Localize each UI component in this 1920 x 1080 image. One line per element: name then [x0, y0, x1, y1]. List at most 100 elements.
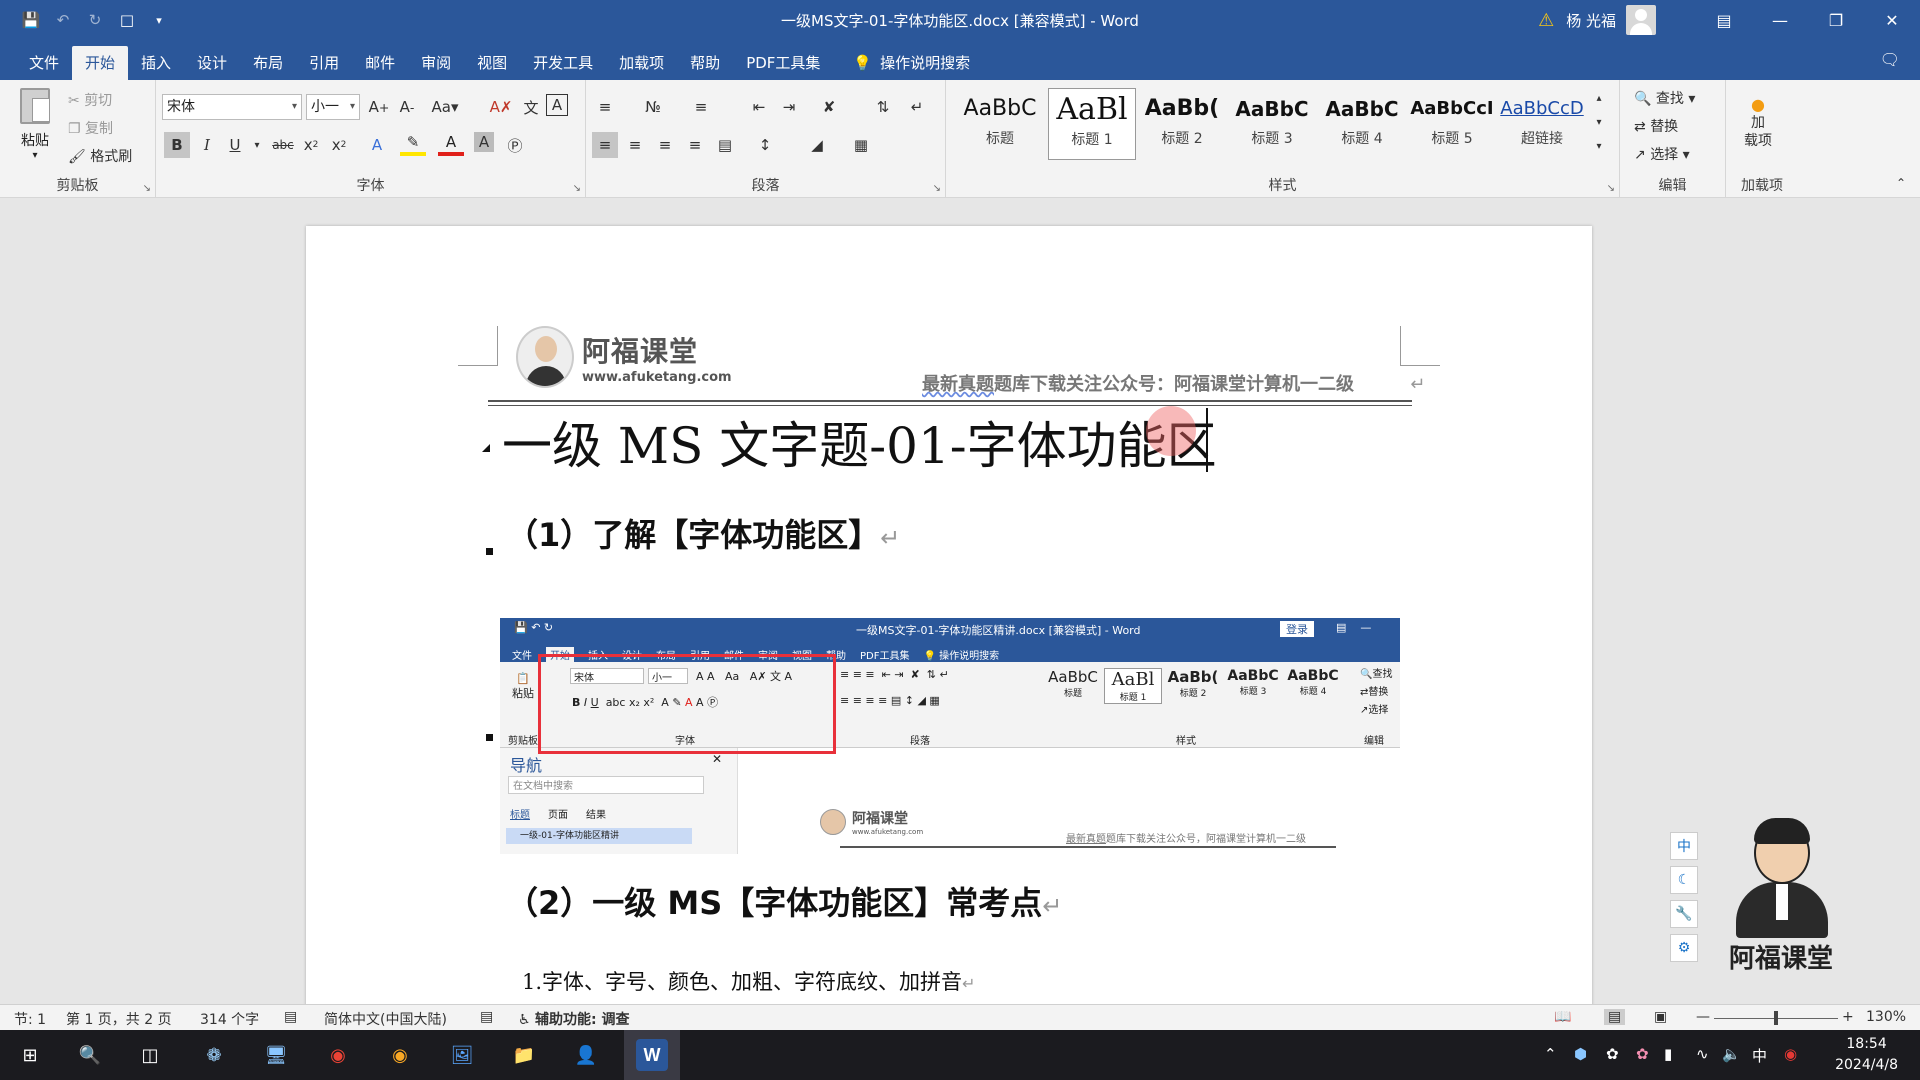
zoom-out-button[interactable]: — [1696, 1009, 1710, 1025]
strikethrough-button[interactable]: abc [270, 132, 296, 158]
style-heading-4[interactable]: AaBbC 标题 4 [1318, 88, 1406, 160]
monitor-app-icon[interactable]: 🖥 [260, 1039, 292, 1071]
tab-view[interactable]: 视图 [464, 46, 520, 80]
find-button[interactable]: 🔍 查找 ▾ [1634, 88, 1695, 108]
system-clock[interactable]: 18:54 2024/4/8 [1835, 1034, 1898, 1076]
show-marks-icon[interactable]: ↵ [904, 94, 930, 120]
tab-layout[interactable]: 布局 [240, 46, 296, 80]
app-icon[interactable]: ❁ [198, 1039, 230, 1071]
superscript-button[interactable]: x2 [326, 132, 352, 158]
italic-button[interactable]: I [194, 132, 220, 158]
multilevel-list-icon[interactable]: ≡ [688, 94, 714, 120]
select-button[interactable]: ↗ 选择 ▾ [1634, 144, 1690, 164]
search-icon[interactable]: 🔍 [74, 1039, 106, 1071]
status-words[interactable]: 314 个字 [200, 1009, 259, 1029]
clear-formatting-icon[interactable]: A✗ [488, 94, 514, 120]
font-color-icon[interactable]: A [438, 132, 464, 156]
wifi-icon[interactable]: ∿ [1696, 1045, 1709, 1063]
document-area[interactable]: 阿福课堂 www.afuketang.com 最新真题题库下载关注公众号：阿福课… [0, 198, 1920, 1004]
print-layout-icon[interactable]: ▤ [1604, 1009, 1626, 1025]
tab-pdf-tools[interactable]: PDF工具集 [733, 46, 833, 80]
styles-more-icon[interactable]: ▾ [1586, 136, 1612, 156]
line-spacing-icon[interactable]: ↕ [752, 132, 778, 158]
save-icon[interactable]: 💾 [20, 9, 42, 31]
styles-scroll-down-icon[interactable]: ▾ [1586, 112, 1612, 132]
user-avatar[interactable] [1626, 5, 1656, 35]
dialog-launcher-icon[interactable]: ↘ [1607, 183, 1615, 194]
align-center-icon[interactable]: ≡ [622, 132, 648, 158]
change-case-icon[interactable]: Aa▾ [428, 94, 462, 120]
tray-app-icon[interactable]: ✿ [1636, 1045, 1649, 1063]
styles-scroll-up-icon[interactable]: ▴ [1586, 88, 1612, 108]
collapse-triangle-icon[interactable] [482, 444, 490, 452]
proofing-icon[interactable]: ▤ [284, 1009, 297, 1025]
copy-button[interactable]: ❐ 复制 [68, 118, 113, 138]
tab-references[interactable]: 引用 [296, 46, 352, 80]
style-heading-5[interactable]: AaBbCcI 标题 5 [1408, 88, 1496, 160]
paste-button[interactable]: 粘贴 ▾ [12, 88, 58, 161]
macro-icon[interactable]: ▤ [480, 1009, 493, 1025]
numbering-icon[interactable]: № [640, 94, 666, 120]
minimize-button[interactable]: — [1752, 0, 1808, 40]
dialog-launcher-icon[interactable]: ↘ [573, 183, 581, 194]
dialog-launcher-icon[interactable]: ↘ [143, 183, 151, 194]
chrome-icon[interactable]: ◉ [322, 1039, 354, 1071]
tab-design[interactable]: 设计 [184, 46, 240, 80]
collapse-ribbon-icon[interactable]: ⌃ [1888, 170, 1914, 196]
zoom-slider-thumb[interactable] [1774, 1011, 1778, 1025]
word-icon[interactable]: W [636, 1039, 668, 1071]
decrease-indent-icon[interactable]: ⇤ [746, 94, 772, 120]
style-heading-2[interactable]: AaBb(标题 2 [1138, 88, 1226, 160]
web-layout-icon[interactable]: ▣ [1654, 1009, 1667, 1025]
style-hyperlink[interactable]: AaBbCcD 超链接 [1498, 88, 1586, 160]
grow-font-icon[interactable]: A + [366, 94, 392, 120]
style-heading-3[interactable]: AaBbC 标题 3 [1228, 88, 1316, 160]
tab-home[interactable]: 开始 [72, 46, 129, 80]
shading-icon[interactable]: ◢ [804, 132, 830, 158]
user-name[interactable]: 杨 光福 [1566, 10, 1616, 31]
phonetic-guide-icon[interactable]: 文 [518, 94, 544, 120]
font-size-combo[interactable]: 小一 ▾ [306, 94, 360, 120]
borders-icon[interactable]: ▦ [848, 132, 874, 158]
status-section[interactable]: 节: 1 [14, 1009, 46, 1029]
close-button[interactable]: ✕ [1864, 0, 1920, 40]
enclose-characters-icon[interactable]: Ⓟ [502, 132, 528, 158]
underline-dropdown-icon[interactable]: ▾ [244, 132, 270, 158]
increase-indent-icon[interactable]: ⇥ [776, 94, 802, 120]
style-title[interactable]: AaBbC 标题 [956, 88, 1044, 160]
accessibility-status[interactable]: ♿ 辅助功能: 调查 [518, 1009, 630, 1029]
image-app-icon[interactable]: 🖼 [446, 1039, 478, 1071]
text-effects-icon[interactable]: A [364, 132, 390, 158]
task-view-icon[interactable]: ◫ [134, 1039, 166, 1071]
antivirus-icon[interactable]: ◉ [1784, 1045, 1797, 1063]
format-painter-button[interactable]: 🖌 格式刷 [68, 146, 132, 166]
file-explorer-icon[interactable]: 📁 [508, 1039, 540, 1071]
tray-app-icon[interactable]: ✿ [1606, 1045, 1619, 1063]
document-page[interactable]: 阿福课堂 www.afuketang.com 最新真题题库下载关注公众号：阿福课… [306, 226, 1592, 1004]
windows-start-icon[interactable]: ⊞ [14, 1039, 46, 1071]
volume-icon[interactable]: 🔈 [1722, 1045, 1741, 1063]
battery-icon[interactable]: ▮ [1664, 1045, 1672, 1063]
status-language[interactable]: 简体中文(中国大陆) [324, 1009, 447, 1029]
document-title[interactable]: 一级 MS 文字题-01-字体功能区 [502, 406, 1217, 478]
character-shading-icon[interactable]: A [474, 132, 494, 152]
zoom-level[interactable]: 130% [1866, 1009, 1906, 1025]
wrench-icon[interactable]: 🔧 [1670, 900, 1698, 928]
tab-insert[interactable]: 插入 [128, 46, 184, 80]
bold-button[interactable]: B [164, 132, 190, 158]
align-right-icon[interactable]: ≡ [652, 132, 678, 158]
redo-icon[interactable]: ↻ [84, 9, 106, 31]
body-paragraph[interactable]: 1.字体、字号、颜色、加粗、字符底纹、加拼音↵ [522, 966, 975, 996]
replace-button[interactable]: ⇄ 替换 [1634, 116, 1678, 136]
touch-mode-icon[interactable]: □ [116, 9, 138, 31]
subscript-button[interactable]: x2 [298, 132, 324, 158]
tab-addins[interactable]: 加载项 [606, 46, 677, 80]
network-app-icon[interactable]: ⬢ [1574, 1045, 1587, 1063]
read-mode-icon[interactable]: 📖 [1554, 1009, 1571, 1025]
font-name-combo[interactable]: 宋体 ▾ [162, 94, 302, 120]
restore-button[interactable]: ❐ [1808, 0, 1864, 40]
warning-icon[interactable]: ⚠ [1538, 10, 1554, 31]
tab-mailings[interactable]: 邮件 [352, 46, 408, 80]
undo-icon[interactable]: ↶ [52, 9, 74, 31]
justify-icon[interactable]: ≡ [682, 132, 708, 158]
